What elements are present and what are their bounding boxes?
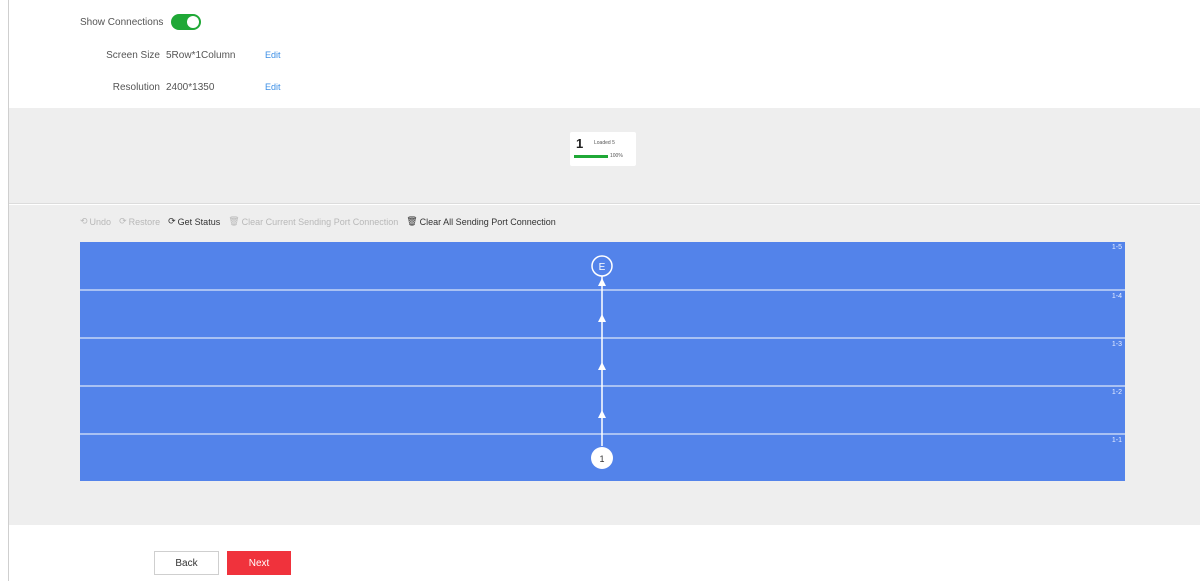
arrow-up-icon — [598, 278, 606, 286]
redo-icon: ⟳ — [119, 216, 127, 226]
restore-button[interactable]: ⟳ Restore — [119, 216, 160, 227]
arrow-up-icon — [598, 410, 606, 418]
resolution-value: 2400*1350 — [166, 82, 215, 93]
resolution-label: Resolution — [112, 82, 160, 93]
connection-toolbar: ⟲ Undo ⟳ Restore ⟳ Get Status 🗑 Clear Cu… — [80, 216, 564, 227]
back-button[interactable]: Back — [154, 551, 219, 575]
clear-current-button[interactable]: 🗑 Clear Current Sending Port Connection — [228, 216, 398, 227]
undo-label: Undo — [89, 216, 112, 227]
undo-button[interactable]: ⟲ Undo — [80, 216, 111, 227]
screen-layout-canvas[interactable]: 1-5 1-4 1-3 1-2 1-1 E 1 — [80, 242, 1125, 481]
sending-card-status: Loaded 5 — [594, 140, 615, 146]
toggle-knob — [187, 16, 200, 28]
sending-card-progress-label: 100% — [610, 153, 623, 159]
trash-icon: 🗑 — [406, 216, 418, 226]
clear-all-button[interactable]: 🗑 Clear All Sending Port Connection — [406, 216, 556, 227]
restore-label: Restore — [128, 216, 161, 227]
clear-all-label: Clear All Sending Port Connection — [419, 216, 556, 227]
screen-size-edit-link[interactable]: Edit — [265, 50, 281, 60]
arrow-up-icon — [598, 362, 606, 370]
show-connections-row: Show Connections — [80, 14, 202, 30]
refresh-icon: ⟳ — [168, 216, 176, 226]
resolution-edit-link[interactable]: Edit — [265, 82, 281, 92]
panel-divider — [9, 203, 1200, 204]
start-marker-label: 1 — [599, 454, 604, 464]
screen-size-label: Screen Size — [106, 50, 160, 61]
next-button[interactable]: Next — [227, 551, 291, 575]
show-connections-label: Show Connections — [80, 16, 164, 28]
end-marker-label: E — [599, 262, 606, 273]
undo-icon: ⟲ — [80, 216, 88, 226]
sending-card-1[interactable]: 1 Loaded 5 100% — [570, 132, 636, 166]
get-status-button[interactable]: ⟳ Get Status — [168, 216, 220, 227]
clear-current-label: Clear Current Sending Port Connection — [241, 216, 399, 227]
sending-card-number: 1 — [576, 136, 584, 151]
trash-icon: 🗑 — [228, 216, 240, 226]
arrow-up-icon — [598, 314, 606, 322]
connection-path: E 1 — [591, 255, 613, 469]
get-status-label: Get Status — [177, 216, 221, 227]
sending-card-progress-bar — [574, 155, 608, 158]
show-connections-toggle[interactable] — [171, 14, 202, 30]
screen-size-value: 5Row*1Column — [166, 50, 236, 61]
